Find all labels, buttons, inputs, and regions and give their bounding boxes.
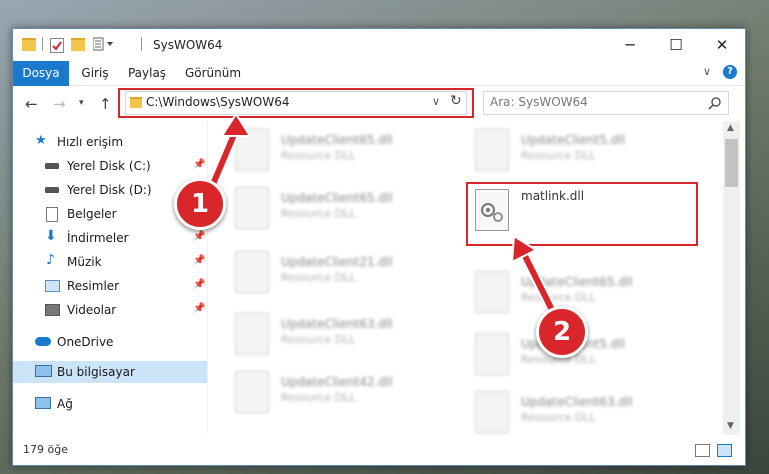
step-1-badge: 1	[174, 178, 226, 230]
step-2-badge: 2	[536, 306, 588, 358]
callout-arrows	[203, 112, 561, 323]
